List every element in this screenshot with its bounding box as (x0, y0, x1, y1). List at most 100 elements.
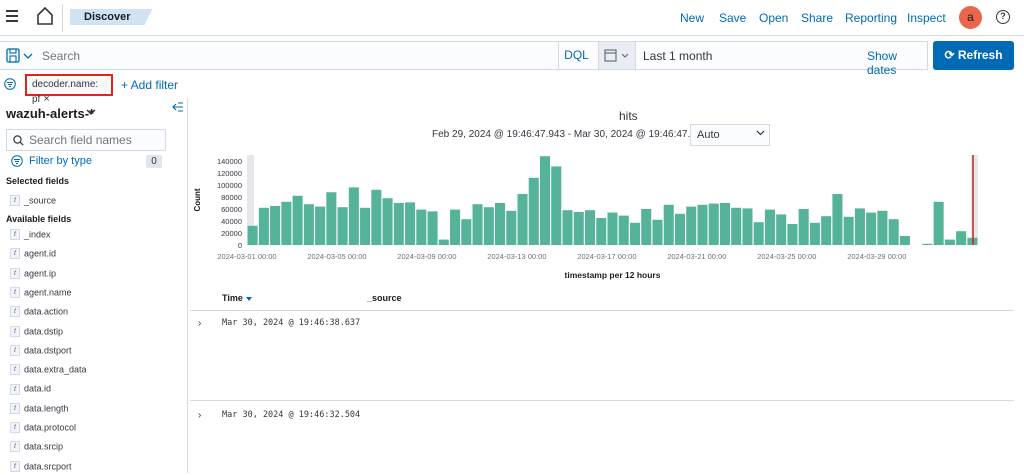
histogram-bar (798, 209, 809, 245)
histogram-bar (652, 219, 663, 245)
reporting-button[interactable]: Reporting (845, 11, 897, 25)
histogram-chart: 0 20000 40000 60000 80000 100000 120000 140000 C… (193, 155, 978, 280)
top-header: Discover New Save Open Share Reporting I… (0, 0, 1024, 36)
field-type-icon: t (10, 267, 20, 279)
histogram-bar (562, 210, 573, 245)
field-item[interactable]: t data.dstport (10, 344, 72, 359)
index-pattern-selector[interactable]: wazuh-alerts-* (6, 106, 94, 121)
inspect-button[interactable]: Inspect (907, 11, 946, 25)
field-item[interactable]: t data.id (10, 383, 51, 397)
field-item[interactable]: t agent.name (10, 287, 72, 301)
field-name: agent.ip (24, 268, 57, 279)
expand-row-icon[interactable]: › (198, 410, 206, 421)
histogram-bar (922, 243, 933, 245)
field-item[interactable]: t data.protocol (10, 422, 76, 436)
field-type-icon: t (10, 383, 20, 395)
filter-pill-decoder-name[interactable]: decoder.name: pf × (25, 74, 113, 105)
breadcrumb-discover[interactable]: Discover (70, 9, 152, 25)
menu-icon[interactable] (6, 10, 18, 24)
filter-by-type-button[interactable]: Filter by type (29, 155, 92, 167)
add-filter-button[interactable]: + Add filter (121, 78, 178, 92)
histogram-bar (674, 213, 685, 245)
field-item[interactable]: t data.length (10, 402, 69, 417)
histogram-bar (303, 204, 314, 245)
avatar[interactable]: a (959, 6, 982, 29)
expand-row-icon[interactable]: › (198, 318, 206, 329)
field-item[interactable]: t data.extra_data (10, 364, 87, 378)
x-tick-label: 2024-03-09 00:00 (397, 252, 456, 261)
header-divider (62, 4, 63, 32)
histogram-bar (506, 210, 517, 245)
field-name: data.dstport (24, 345, 72, 356)
histogram-bar (315, 206, 326, 245)
field-item-source[interactable]: t _source (10, 195, 56, 209)
home-icon[interactable] (36, 6, 54, 26)
field-item[interactable]: t agent.id (10, 248, 56, 262)
field-name: data.dstip (24, 326, 64, 337)
column-header-source[interactable]: _source (367, 293, 402, 303)
field-item[interactable]: t data.srcip (10, 441, 63, 455)
field-item[interactable]: t _index (10, 229, 51, 243)
field-name: data.action (24, 306, 69, 317)
available-fields-heading: Available fields (6, 214, 72, 224)
histogram-bar (371, 189, 382, 245)
column-header-time[interactable]: Time (222, 293, 252, 303)
field-item[interactable]: t data.action (10, 306, 68, 320)
chevron-down-icon[interactable] (756, 130, 765, 136)
field-name: data.srcip (24, 441, 64, 452)
histogram-bar (427, 211, 438, 245)
field-name: data.id (24, 384, 52, 395)
field-type-icon: t (10, 287, 20, 299)
histogram-bar (528, 177, 539, 245)
field-name: _index (24, 229, 51, 240)
histogram-bar (866, 212, 877, 245)
field-type-icon: t (10, 195, 20, 207)
field-type-icon: t (10, 344, 20, 356)
histogram-bar (281, 201, 292, 245)
filter-type-icon (11, 155, 23, 167)
search-input[interactable] (36, 42, 556, 69)
field-item[interactable]: t data.srcport (10, 460, 72, 475)
query-language-button[interactable]: DQL (558, 42, 594, 69)
show-dates-button[interactable]: Show dates (867, 49, 927, 77)
x-axis-title: timestamp per 12 hours (565, 270, 661, 280)
date-quick-menu[interactable] (598, 42, 636, 69)
histogram-bar (607, 212, 618, 245)
field-type-icon: t (10, 325, 20, 337)
histogram-bar (618, 215, 629, 245)
query-bar: DQL Last 1 month Show dates (0, 41, 928, 77)
save-button[interactable]: Save (719, 11, 746, 25)
field-item[interactable]: t data.dstip (10, 325, 64, 340)
field-search-input[interactable] (29, 130, 159, 150)
histogram-bar (584, 210, 596, 245)
histogram-bar (450, 209, 461, 245)
filter-options-icon[interactable] (4, 78, 16, 90)
x-tick-label: 2024-03-17 00:00 (577, 252, 636, 261)
histogram-bar (888, 219, 899, 245)
histogram-bar (495, 203, 506, 245)
histogram-bar (292, 195, 303, 245)
help-icon[interactable]: ? (996, 10, 1010, 24)
saved-query-icon[interactable] (6, 48, 34, 64)
x-tick-label: 2024-03-13 00:00 (487, 252, 546, 261)
histogram-bar (956, 231, 967, 245)
chevron-down-icon[interactable] (86, 108, 96, 116)
new-button[interactable]: New (680, 11, 704, 25)
time-range-text: Feb 29, 2024 @ 19:46:47.943 - Mar 30, 20… (432, 129, 707, 140)
histogram-bar (382, 198, 393, 245)
refresh-label: Refresh (957, 48, 1003, 62)
open-button[interactable]: Open (759, 11, 788, 25)
refresh-button[interactable]: ⟳ Refresh (933, 41, 1014, 70)
field-search (6, 129, 166, 151)
calendar-icon (604, 49, 629, 62)
histogram-bar (899, 236, 910, 245)
sort-desc-icon[interactable] (245, 296, 252, 301)
histogram-bar (832, 194, 843, 245)
field-name: data.length (24, 403, 69, 414)
field-item[interactable]: t agent.ip (10, 267, 57, 282)
share-button[interactable]: Share (801, 11, 833, 25)
collapse-sidebar-icon[interactable] (172, 102, 184, 112)
histogram-bar (854, 208, 865, 245)
time-range-label[interactable]: Last 1 month (643, 49, 712, 63)
remove-filter-icon[interactable]: × (43, 93, 49, 105)
